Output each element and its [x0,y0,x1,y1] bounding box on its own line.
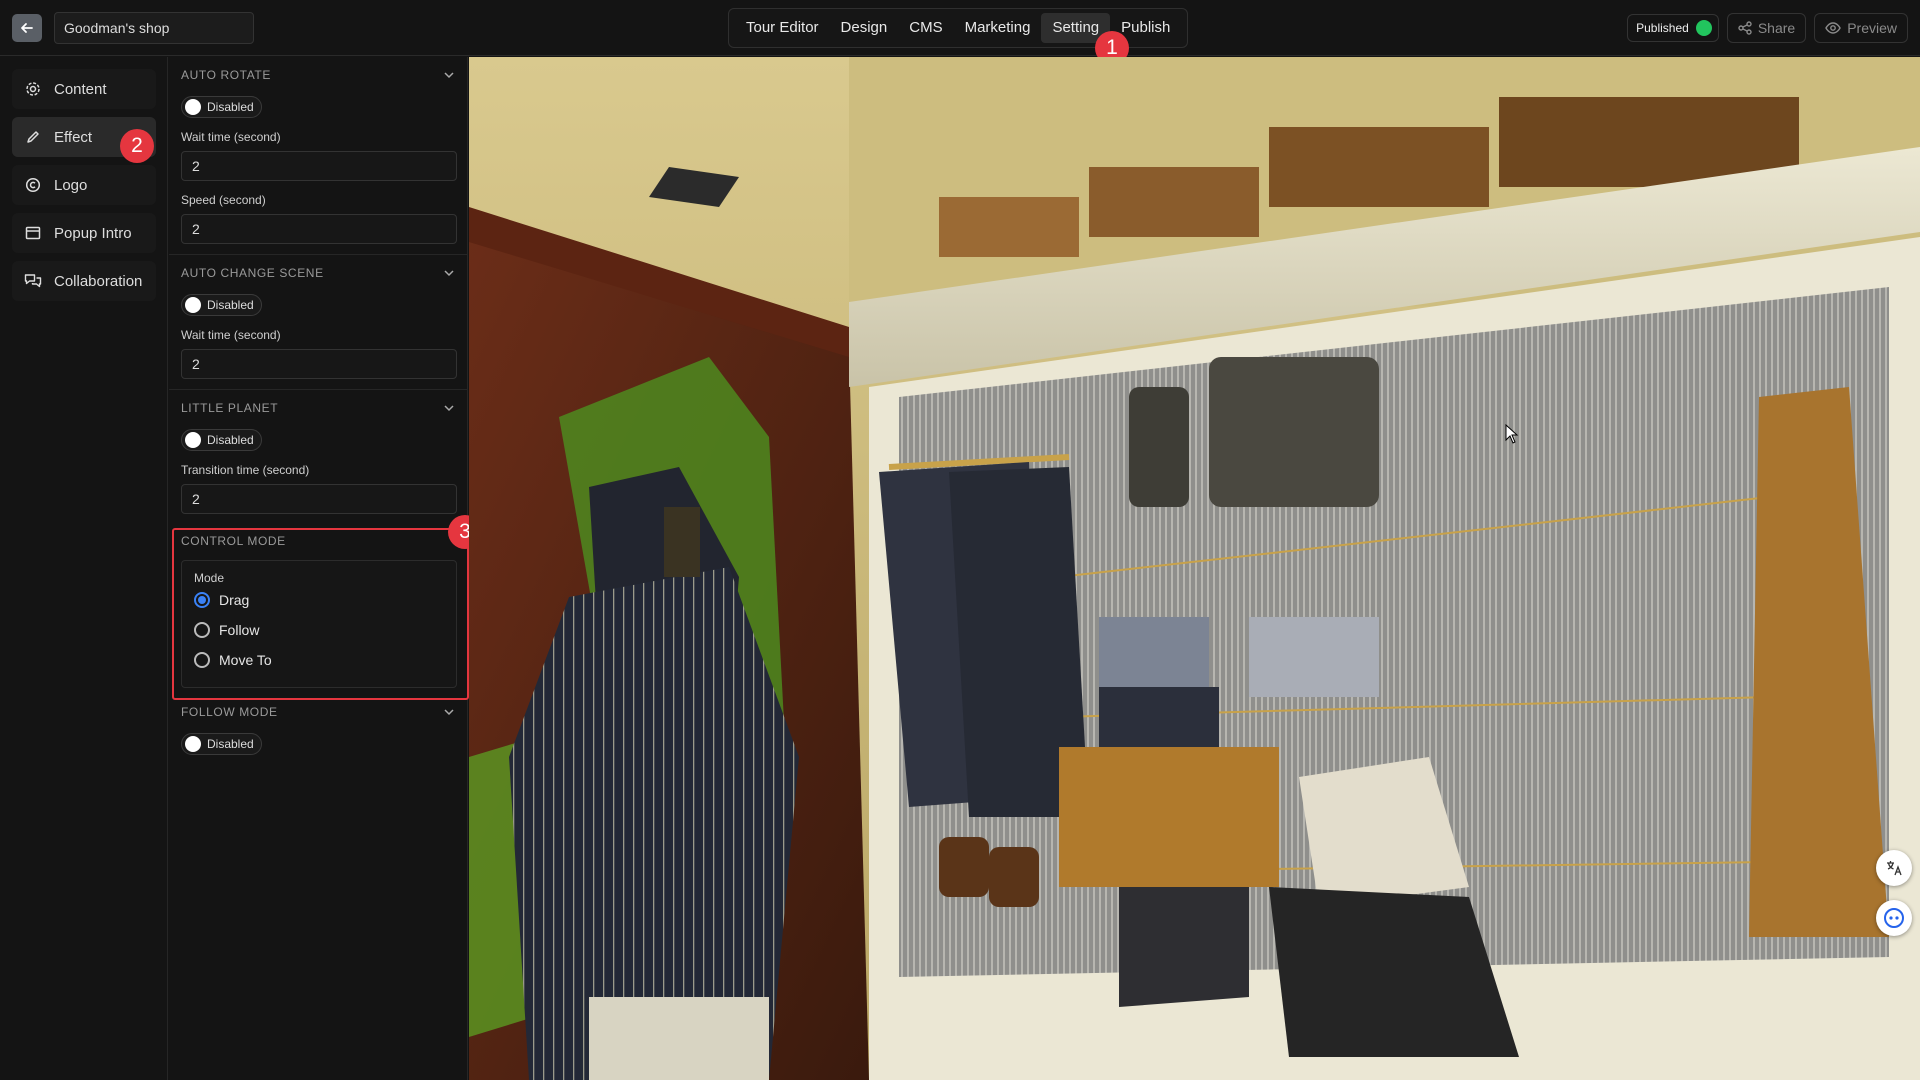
translate-button[interactable] [1876,850,1912,886]
auto-change-scene-toggle[interactable]: Disabled [181,294,262,316]
little-planet-transition-input[interactable]: 2 [181,484,457,514]
mode-label: Mode [194,571,225,585]
sidebar-item-label: Content [54,80,107,98]
little-planet-toggle[interactable]: Disabled [181,429,262,451]
toggle-knob [185,432,201,448]
sidebar-item-label: Logo [54,176,88,194]
published-indicator [1695,20,1712,36]
radio-selected-dot [198,596,206,604]
sidebar-item-label: Collaboration [54,272,143,290]
bot-icon [1884,908,1904,928]
radio-label: Move To [219,652,272,668]
sidebar-item-logo[interactable]: Logo [12,165,156,205]
pencil-icon [24,128,42,146]
mode-option-follow[interactable]: Follow [194,622,259,638]
auto-rotate-speed-input[interactable]: 2 [181,214,457,244]
toggle-knob [185,99,201,115]
sidebar-item-collaboration[interactable]: Collaboration [12,261,156,301]
preview-button[interactable]: Preview [1814,13,1908,43]
effect-settings-panel: AUTO ROTATE Disabled Wait time (second) … [169,57,482,1080]
wait-time-label: Wait time (second) [181,130,281,144]
chevron-down-icon[interactable] [443,69,455,81]
share-icon [1738,21,1752,35]
chevron-down-icon[interactable] [443,267,455,279]
assistant-bot-button[interactable] [1876,900,1912,936]
tab-design[interactable]: Design [830,13,899,43]
little-planet-heading: LITTLE PLANET [181,401,279,415]
transition-time-label: Transition time (second) [181,463,310,477]
tab-cms[interactable]: CMS [898,13,953,43]
auto-change-scene-wait-input[interactable]: 2 [181,349,457,379]
toggle-label: Disabled [207,433,254,447]
control-mode-options: Mode Drag Follow Move To [181,560,457,688]
auto-rotate-wait-input[interactable]: 2 [181,151,457,181]
copyright-icon [24,176,42,194]
tab-marketing[interactable]: Marketing [954,13,1042,43]
radio-label: Follow [219,622,260,638]
arrow-left-icon [21,23,33,33]
follow-mode-toggle[interactable]: Disabled [181,733,262,755]
follow-mode-heading: FOLLOW MODE [181,705,278,719]
radio-button[interactable] [194,622,210,638]
sidebar-item-popup-intro[interactable]: Popup Intro [12,213,156,253]
annotation-badge-2: 2 [120,129,154,163]
section-divider [169,389,468,390]
eye-icon [1825,22,1841,34]
published-label: Published [1636,21,1689,35]
radio-button[interactable] [194,652,210,668]
gear-icon [24,80,42,98]
speed-label: Speed (second) [181,193,266,207]
share-button[interactable]: Share [1726,13,1807,43]
chevron-down-icon[interactable] [443,402,455,414]
toggle-label: Disabled [207,298,254,312]
sidebar-item-label: Popup Intro [54,224,132,242]
toggle-knob [185,736,201,752]
mouse-cursor-icon [1505,424,1519,444]
shop-name-input[interactable]: Goodman's shop [54,12,254,44]
radio-label: Drag [219,592,250,608]
published-status[interactable]: Published [1627,14,1719,42]
chat-icon [24,272,42,290]
radio-button-selected[interactable] [194,592,210,608]
share-label: Share [1757,20,1796,36]
section-divider [169,254,468,255]
preview-label: Preview [1847,20,1897,36]
sidebar-item-label: Effect [54,128,93,146]
back-button[interactable] [12,14,42,42]
toggle-label: Disabled [207,100,254,114]
mode-option-move-to[interactable]: Move To [194,652,272,668]
translate-icon [1887,861,1902,876]
toggle-knob [185,297,201,313]
settings-sidebar: Content Effect Logo Popup Intro Collabor… [0,57,168,1080]
panorama-scene-image[interactable] [469,57,1920,1080]
wait-time-label: Wait time (second) [181,328,281,342]
tab-tour-editor[interactable]: Tour Editor [735,13,830,43]
auto-change-scene-heading: AUTO CHANGE SCENE [181,266,324,280]
top-bar: Goodman's shop Tour Editor Design CMS Ma… [0,0,1920,65]
auto-rotate-heading: AUTO ROTATE [181,68,271,82]
sidebar-item-content[interactable]: Content [12,69,156,109]
auto-rotate-toggle[interactable]: Disabled [181,96,262,118]
control-mode-heading: CONTROL MODE [181,534,286,548]
header-actions: Published Share Preview [1627,13,1908,43]
toggle-label: Disabled [207,737,254,751]
window-icon [24,224,42,242]
panorama-viewport[interactable] [469,57,1920,1080]
mode-option-drag[interactable]: Drag [194,592,249,608]
chevron-down-icon[interactable] [443,706,455,718]
